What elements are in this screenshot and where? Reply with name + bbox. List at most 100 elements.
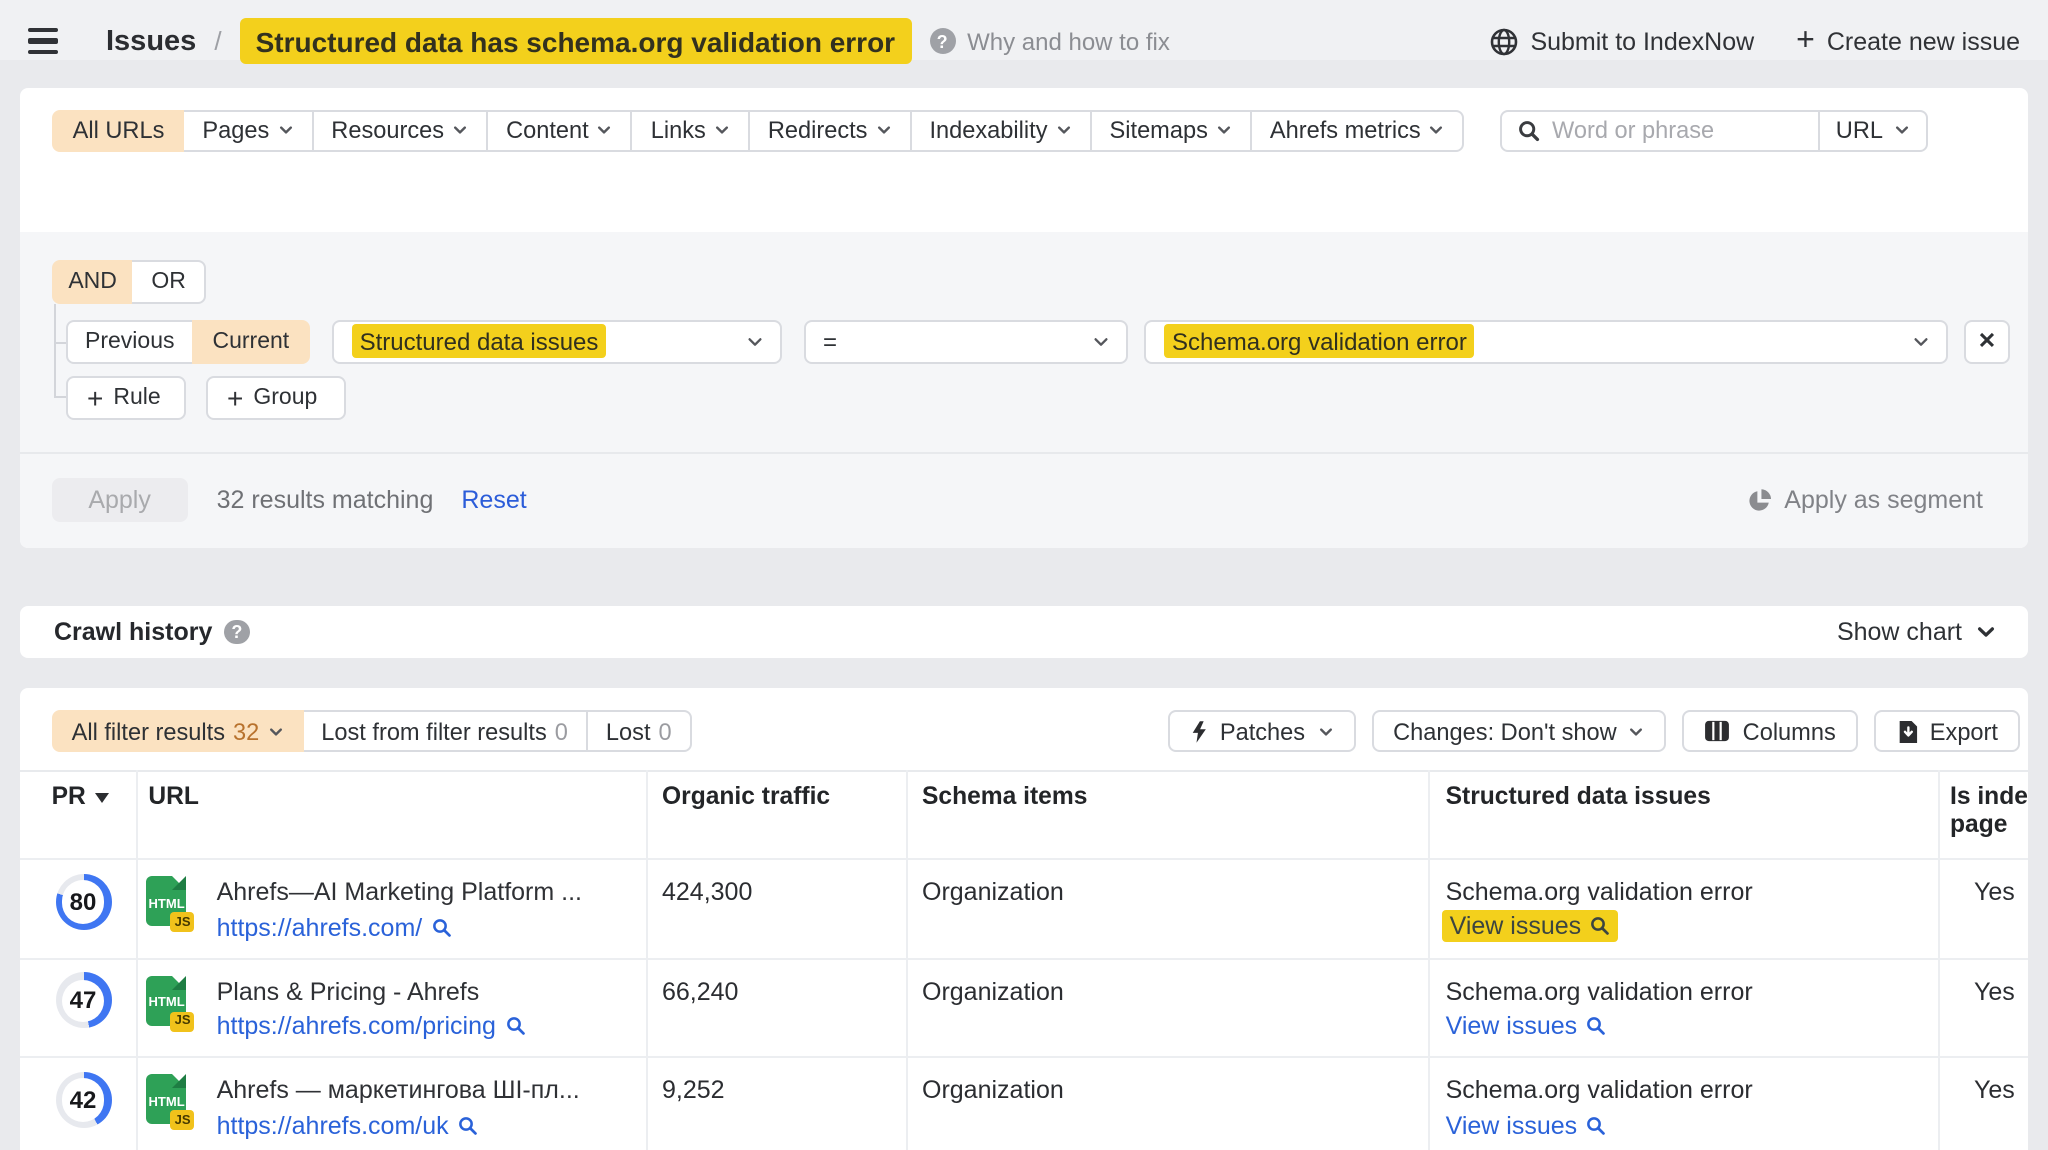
inspect-icon: [1585, 1016, 1605, 1036]
page-url-link[interactable]: https://ahrefs.com/: [217, 913, 453, 941]
filter-tab-all-urls[interactable]: All URLs: [53, 109, 185, 151]
filter-tab-links[interactable]: Links: [631, 109, 750, 151]
breadcrumb-issues[interactable]: Issues: [106, 25, 196, 57]
filter-tab-sitemaps[interactable]: Sitemaps: [1090, 109, 1252, 151]
tab-all-filter-results[interactable]: All filter results 32: [52, 711, 304, 753]
ahrefs-site-audit-page: Issues / Structured data has schema.org …: [0, 0, 2048, 1150]
plus-icon: +: [1796, 25, 1815, 57]
chevron-down-icon: [452, 122, 468, 138]
tab-lost[interactable]: Lost 0: [586, 711, 692, 753]
create-new-issue-button[interactable]: + Create new issue: [1796, 25, 2020, 57]
filter-tab-indexability[interactable]: Indexability: [909, 109, 1091, 151]
chevron-down-icon: [875, 122, 891, 138]
organic-traffic-cell: 66,240: [662, 977, 738, 1005]
lightning-icon: [1190, 720, 1208, 744]
column-header-schema-items[interactable]: Schema items: [922, 784, 1087, 811]
chevron-down-icon: [1317, 724, 1333, 740]
page-rating-badge: 80: [55, 874, 111, 930]
columns-icon: [1705, 721, 1731, 743]
add-group-button[interactable]: +Group: [205, 377, 347, 420]
question-icon: ?: [929, 28, 955, 54]
inspect-icon: [506, 1016, 526, 1036]
html-file-icon: HTMLJS: [147, 1075, 187, 1125]
show-chart-toggle[interactable]: Show chart: [1837, 618, 1996, 646]
chevron-down-icon: [1429, 122, 1445, 138]
pie-chart-icon: [1746, 487, 1772, 513]
result-set-tabs: All filter results 32 Lost from filter r…: [52, 711, 692, 753]
search-mode-select[interactable]: URL: [1820, 116, 1925, 144]
advanced-filter-builder: AND OR Previous Current Structured data …: [20, 232, 2028, 548]
tab-lost-from-filter-results[interactable]: Lost from filter results 0: [301, 711, 588, 753]
page-title-cell: Ahrefs—AI Marketing Platform ...: [217, 878, 582, 906]
filter-tab-redirects[interactable]: Redirects: [748, 109, 912, 151]
apply-button[interactable]: Apply: [52, 478, 188, 521]
column-header-is-index-page[interactable]: Is index page: [1950, 784, 2028, 838]
remove-rule-button[interactable]: ✕: [1964, 319, 2010, 363]
apply-as-segment-button[interactable]: Apply as segment: [1746, 486, 1983, 514]
filter-tab-content[interactable]: Content: [486, 109, 633, 151]
inspect-icon: [432, 917, 452, 937]
sort-desc-icon: [94, 792, 110, 804]
issue-cell: Schema.org validation error: [1446, 878, 1753, 906]
filter-tab-pages[interactable]: Pages: [182, 109, 313, 151]
js-badge: JS: [171, 1012, 195, 1032]
filter-tab-resources[interactable]: Resources: [311, 109, 488, 151]
breadcrumb-separator: /: [214, 26, 221, 56]
filters-panel: All URLs Pages Resources Content Links R…: [20, 88, 2028, 548]
changes-select[interactable]: Changes: Don't show: [1371, 711, 1667, 753]
table-actions: Patches Changes: Don't show Columns Expo…: [1168, 711, 2020, 753]
scope-previous-button[interactable]: Previous: [65, 319, 195, 363]
view-issues-link[interactable]: View issues: [1442, 910, 1618, 942]
view-issues-link[interactable]: View issues: [1446, 1111, 1606, 1139]
search-icon: [1518, 119, 1540, 141]
issue-cell: Schema.org validation error: [1446, 1076, 1753, 1104]
organic-traffic-cell: 424,300: [662, 878, 752, 906]
page-url-link[interactable]: https://ahrefs.com/pricing: [217, 1012, 526, 1040]
column-header-structured-data-issues[interactable]: Structured data issues: [1446, 784, 1711, 811]
column-header-organic-traffic[interactable]: Organic traffic: [662, 784, 830, 811]
chevron-down-icon: [1056, 122, 1072, 138]
inspect-icon: [459, 1115, 479, 1135]
add-rule-button[interactable]: +Rule: [65, 377, 186, 420]
operator-select[interactable]: =: [803, 319, 1127, 363]
logic-and-button[interactable]: AND: [53, 259, 133, 304]
scope-current-button[interactable]: Current: [193, 319, 310, 363]
columns-button[interactable]: Columns: [1683, 711, 1858, 753]
is-index-page-cell: Yes: [1974, 878, 2015, 906]
page-title-cell: Ahrefs — маркетингова ШІ-пл...: [217, 1076, 580, 1104]
html-file-icon: HTMLJS: [147, 877, 187, 927]
chevron-down-icon: [746, 332, 764, 350]
top-bar: Issues / Structured data has schema.org …: [0, 0, 2048, 82]
results-count: 32 results matching: [217, 486, 434, 514]
chevron-down-icon: [1629, 724, 1645, 740]
page-url-link[interactable]: https://ahrefs.com/uk: [217, 1111, 479, 1139]
filter-tab-ahrefs-metrics[interactable]: Ahrefs metrics: [1250, 109, 1465, 151]
issue-cell: Schema.org validation error: [1446, 977, 1753, 1005]
help-link[interactable]: ? Why and how to fix: [929, 27, 1170, 55]
hamburger-menu-icon[interactable]: [28, 28, 58, 55]
export-icon: [1896, 720, 1918, 744]
table-row: 47 HTMLJS Plans & Pricing - Ahrefs https…: [20, 957, 2028, 1056]
field-select[interactable]: Structured data issues: [332, 319, 782, 363]
column-header-pr[interactable]: PR: [52, 784, 110, 811]
results-table-panel: All filter results 32 Lost from filter r…: [20, 688, 2028, 1150]
chevron-down-icon: [1091, 332, 1109, 350]
logic-or-button[interactable]: OR: [131, 259, 207, 304]
inspect-icon: [1585, 1115, 1605, 1135]
chevron-down-icon: [267, 724, 283, 740]
html-file-icon: HTMLJS: [147, 976, 187, 1026]
reset-link[interactable]: Reset: [461, 486, 526, 514]
chevron-down-icon: [277, 122, 293, 138]
chevron-down-icon: [1216, 122, 1232, 138]
search-input[interactable]: Word or phrase: [1502, 116, 1818, 144]
question-icon[interactable]: ?: [224, 620, 249, 645]
view-issues-link[interactable]: View issues: [1446, 1012, 1606, 1040]
scope-toggle: Previous Current: [65, 319, 309, 363]
column-header-url[interactable]: URL: [148, 784, 199, 811]
chevron-down-icon: [1976, 622, 1996, 642]
value-select[interactable]: Schema.org validation error: [1144, 319, 1947, 363]
export-button[interactable]: Export: [1874, 711, 2020, 753]
patches-button[interactable]: Patches: [1168, 711, 1355, 753]
logic-toggle: AND OR: [53, 259, 207, 304]
submit-indexnow-button[interactable]: Submit to IndexNow: [1490, 27, 1754, 55]
